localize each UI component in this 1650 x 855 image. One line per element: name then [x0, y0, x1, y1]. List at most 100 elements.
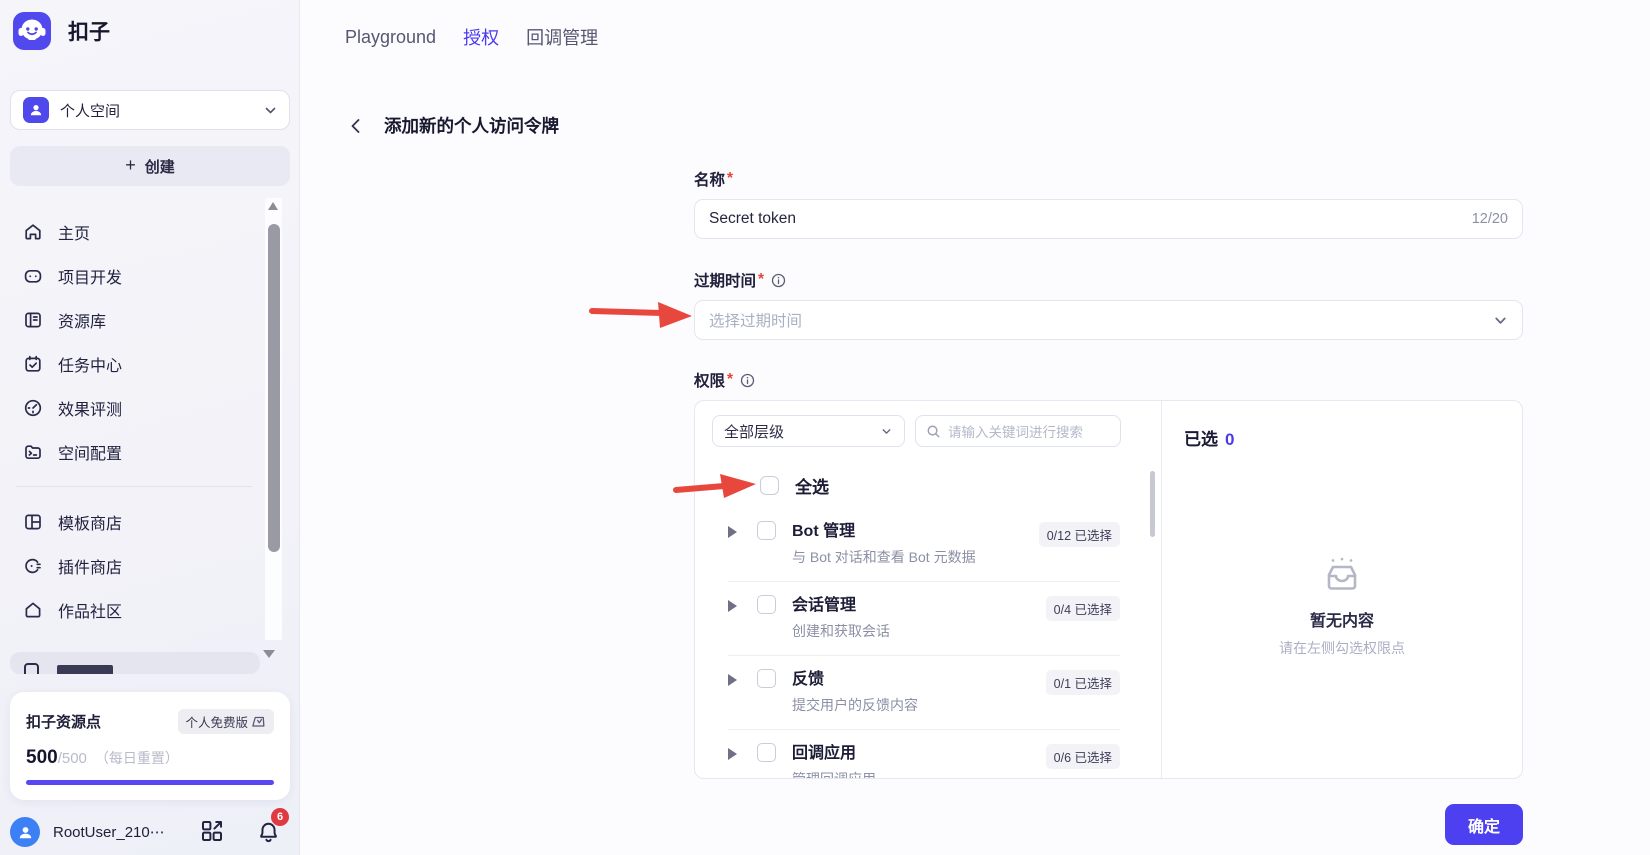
clipped-item-text [57, 665, 113, 674]
sidebar-nav: 主页 项目开发 资源库 [10, 210, 258, 632]
permission-group-callback: 回调应用 管理回调应用 0/6 已选择 [728, 730, 1120, 779]
plus-icon: + [125, 156, 136, 174]
sidebar-item-task-center[interactable]: 任务中心 [10, 342, 258, 386]
sidebar-item-space-config[interactable]: 空间配置 [10, 430, 258, 474]
sidebar-divider [16, 486, 252, 487]
permission-group-feedback: 反馈 提交用户的反馈内容 0/1 已选择 [728, 656, 1120, 730]
back-button[interactable] [348, 117, 363, 135]
permission-groups-list: Bot 管理 与 Bot 对话和查看 Bot 元数据 0/12 已选择 会话管理… [695, 508, 1161, 779]
sidebar-item-evaluation[interactable]: 效果评测 [10, 386, 258, 430]
empty-state-hint: 请在左侧勾选权限点 [1162, 638, 1522, 658]
annotation-arrow-expire [588, 300, 696, 332]
sidebar-item-template-store[interactable]: 模板商店 [10, 500, 258, 544]
quota-progress-bar [26, 780, 274, 785]
name-input-value: Secret token [709, 210, 796, 228]
selected-label: 已选 [1184, 425, 1218, 450]
robot-icon [23, 266, 43, 286]
select-all-row: 全选 [760, 473, 1161, 498]
permission-group-conversation: 会话管理 创建和获取会话 0/4 已选择 [728, 582, 1120, 656]
sidebar-item-community[interactable]: 作品社区 [10, 588, 258, 632]
app-window: 扣子 个人空间 + 创建 主页 [0, 0, 1650, 855]
sidebar-scrollbar-thumb[interactable] [268, 224, 280, 552]
select-all-checkbox[interactable] [760, 476, 779, 495]
search-placeholder: 请输入关键词进行搜索 [948, 421, 1083, 441]
tab-callback-management[interactable]: 回调管理 [526, 24, 598, 50]
expand-caret-icon[interactable] [728, 600, 737, 612]
group-title: 回调应用 [792, 742, 1046, 765]
group-description: 创建和获取会话 [792, 620, 1046, 642]
permission-field-label: 权限* [694, 369, 1523, 391]
name-char-counter: 12/20 [1472, 211, 1508, 227]
permission-list-scrollbar-thumb[interactable] [1150, 471, 1155, 537]
sidebar-item-project-dev[interactable]: 项目开发 [10, 254, 258, 298]
plan-badge[interactable]: 个人免费版 [178, 709, 274, 734]
library-icon [23, 310, 43, 330]
info-icon[interactable] [740, 373, 755, 388]
brand-row: 扣子 [13, 12, 110, 50]
expand-caret-icon[interactable] [728, 748, 737, 760]
chevron-down-icon [1493, 313, 1508, 328]
permission-group-bot: Bot 管理 与 Bot 对话和查看 Bot 元数据 0/12 已选择 [728, 508, 1120, 582]
gauge-icon [23, 398, 43, 418]
top-navigation: Playground 授权 回调管理 [345, 24, 598, 50]
tab-authorization[interactable]: 授权 [463, 24, 499, 50]
user-name: RootUser_210⋯ [53, 823, 165, 841]
user-row: RootUser_210⋯ 6 [10, 812, 290, 852]
expand-caret-icon[interactable] [728, 526, 737, 538]
coze-logo-icon[interactable] [13, 12, 51, 50]
empty-state: 暂无内容 请在左侧勾选权限点 [1162, 553, 1522, 658]
token-form: 名称* Secret token 12/20 过期时间* 选择过期时间 [694, 168, 1523, 845]
tab-playground[interactable]: Playground [345, 27, 436, 48]
scroll-up-arrow-icon[interactable] [268, 202, 278, 210]
expand-caret-icon[interactable] [728, 674, 737, 686]
sidebar-item-resource-library[interactable]: 资源库 [10, 298, 258, 342]
confirm-button[interactable]: 确定 [1445, 804, 1523, 845]
chevron-down-icon [264, 104, 277, 117]
permission-search-input[interactable]: 请输入关键词进行搜索 [915, 415, 1121, 447]
notification-count-badge: 6 [271, 808, 289, 826]
workspace-selector[interactable]: 个人空间 [10, 90, 290, 130]
resource-points-title: 扣子资源点 [26, 711, 101, 732]
user-avatar[interactable] [10, 817, 40, 847]
sidebar-item-plugin-store[interactable]: 插件商店 [10, 544, 258, 588]
sidebar-item-clipped[interactable] [10, 652, 260, 674]
group-checkbox[interactable] [757, 595, 776, 614]
expire-select[interactable]: 选择过期时间 [694, 300, 1523, 340]
workspace-label: 个人空间 [60, 100, 120, 121]
empty-state-title: 暂无内容 [1162, 607, 1522, 631]
search-icon [926, 424, 941, 439]
chevron-left-icon [348, 117, 363, 135]
group-count-badge: 0/12 已选择 [1039, 522, 1120, 547]
group-title: 反馈 [792, 668, 1046, 691]
level-filter-select[interactable]: 全部层级 [712, 415, 905, 447]
chevron-down-icon [880, 425, 893, 438]
sidebar: 扣子 个人空间 + 创建 主页 [0, 0, 300, 855]
group-count-badge: 0/6 已选择 [1046, 744, 1120, 769]
scroll-down-arrow-icon[interactable] [263, 650, 275, 658]
apps-launcher-button[interactable] [200, 819, 224, 843]
page-header: 添加新的个人访问令牌 [348, 113, 559, 138]
permission-list-pane: 全部层级 请输入关键词进行搜索 全选 [695, 401, 1161, 778]
sidebar-scrollbar[interactable] [265, 198, 282, 640]
group-checkbox[interactable] [757, 669, 776, 688]
group-title: Bot 管理 [792, 520, 1039, 543]
page-title: 添加新的个人访问令牌 [384, 113, 559, 138]
sidebar-item-home[interactable]: 主页 [10, 210, 258, 254]
workspace-avatar-icon [23, 97, 49, 123]
name-field-label: 名称* [694, 168, 1523, 190]
group-count-badge: 0/4 已选择 [1046, 596, 1120, 621]
template-grid-icon [23, 512, 43, 532]
create-button[interactable]: + 创建 [10, 146, 290, 186]
quota-note: （每日重置） [95, 748, 179, 768]
terminal-icon [23, 442, 43, 462]
quota-total: /500 [58, 750, 87, 767]
calendar-check-icon [23, 354, 43, 374]
select-all-label: 全选 [795, 473, 829, 498]
group-checkbox[interactable] [757, 521, 776, 540]
plug-icon [23, 556, 43, 576]
name-input[interactable]: Secret token 12/20 [694, 199, 1523, 239]
required-asterisk: * [727, 371, 733, 389]
group-description: 与 Bot 对话和查看 Bot 元数据 [792, 546, 1039, 568]
group-checkbox[interactable] [757, 743, 776, 762]
info-icon[interactable] [771, 273, 786, 288]
